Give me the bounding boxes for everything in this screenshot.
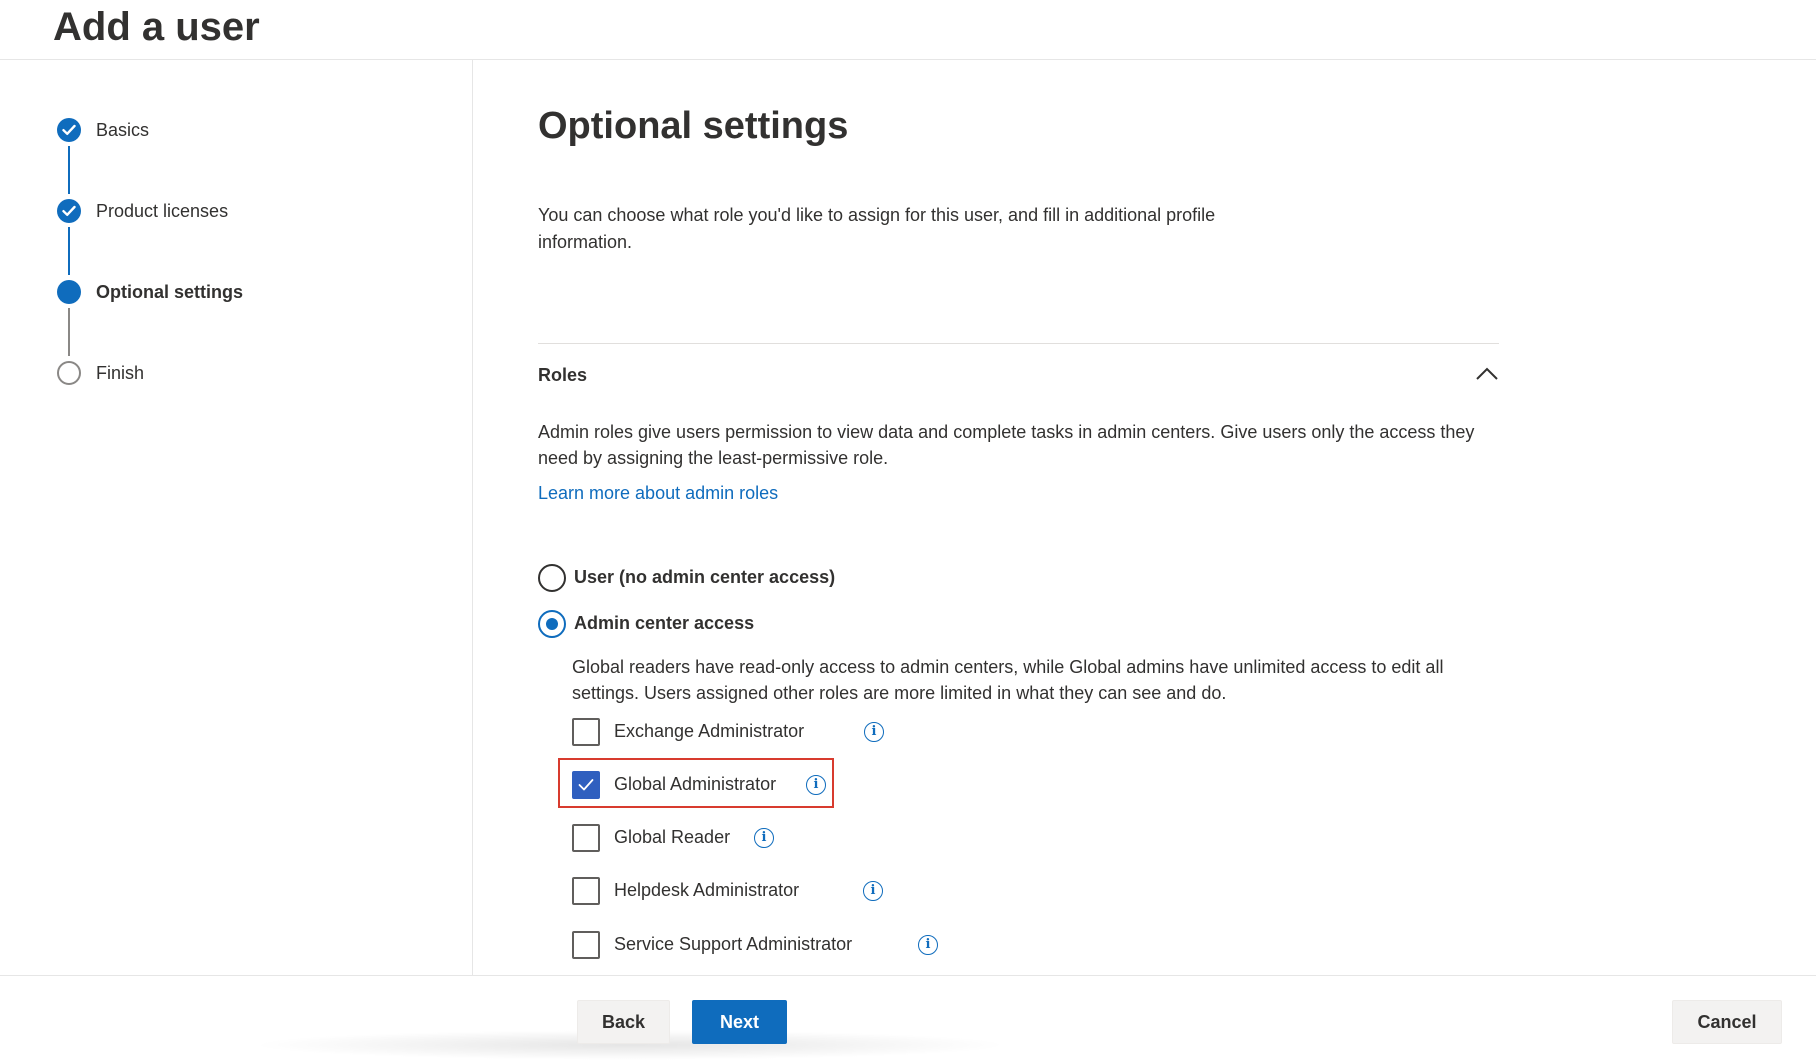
checkbox[interactable] <box>572 877 600 905</box>
radio-label: Admin center access <box>574 613 755 633</box>
roles-title: Roles <box>538 365 588 385</box>
step-connector <box>68 146 70 194</box>
checkbox[interactable] <box>572 718 600 746</box>
info-icon[interactable]: i <box>918 935 938 955</box>
checkbox-label: Service Support Administrator <box>614 934 853 954</box>
next-button[interactable]: Next <box>692 1000 787 1044</box>
chevron-up-icon[interactable] <box>1475 366 1499 382</box>
checkbox[interactable] <box>572 824 600 852</box>
info-icon[interactable]: i <box>806 775 826 795</box>
checkbox-label: Helpdesk Administrator <box>614 880 800 900</box>
wizard-steps-sidebar: Basics Product licenses Optional setting… <box>0 60 473 975</box>
info-icon[interactable]: i <box>864 722 884 742</box>
learn-more-link[interactable]: Learn more about admin roles <box>538 483 778 504</box>
divider <box>538 343 1499 344</box>
info-icon[interactable]: i <box>754 828 774 848</box>
radio-label: User (no admin center access) <box>574 567 836 587</box>
roles-section-header[interactable]: Roles <box>538 360 1499 396</box>
step-connector <box>68 308 70 356</box>
back-button[interactable]: Back <box>577 1000 670 1044</box>
section-title: Optional settings <box>538 105 849 147</box>
info-icon[interactable]: i <box>863 881 883 901</box>
step-label: Basics <box>96 120 150 140</box>
step-label: Product licenses <box>96 201 229 221</box>
step-completed-icon <box>57 199 81 223</box>
checkbox-label: Global Reader <box>614 827 731 847</box>
cancel-button[interactable]: Cancel <box>1672 1000 1782 1044</box>
checkbox-label: Global Administrator <box>614 774 777 794</box>
step-label: Finish <box>96 363 145 383</box>
checkbox[interactable] <box>572 771 600 799</box>
step-label: Optional settings <box>96 282 244 302</box>
step-connector <box>68 227 70 275</box>
checkbox[interactable] <box>572 931 600 959</box>
step-pending-icon <box>57 361 81 385</box>
page-header: Add a user <box>0 0 1816 60</box>
radio-button[interactable] <box>538 610 566 638</box>
step-completed-icon <box>57 118 81 142</box>
checkbox-label: Exchange Administrator <box>614 721 805 741</box>
roles-description: Admin roles give users permission to vie… <box>538 422 1475 468</box>
radio-button[interactable] <box>538 564 566 592</box>
intro-text: You can choose what role you'd like to a… <box>538 205 1216 252</box>
step-current-icon <box>57 280 81 304</box>
admin-access-description: Global readers have read-only access to … <box>572 657 1444 703</box>
page-title: Add a user <box>53 5 260 49</box>
